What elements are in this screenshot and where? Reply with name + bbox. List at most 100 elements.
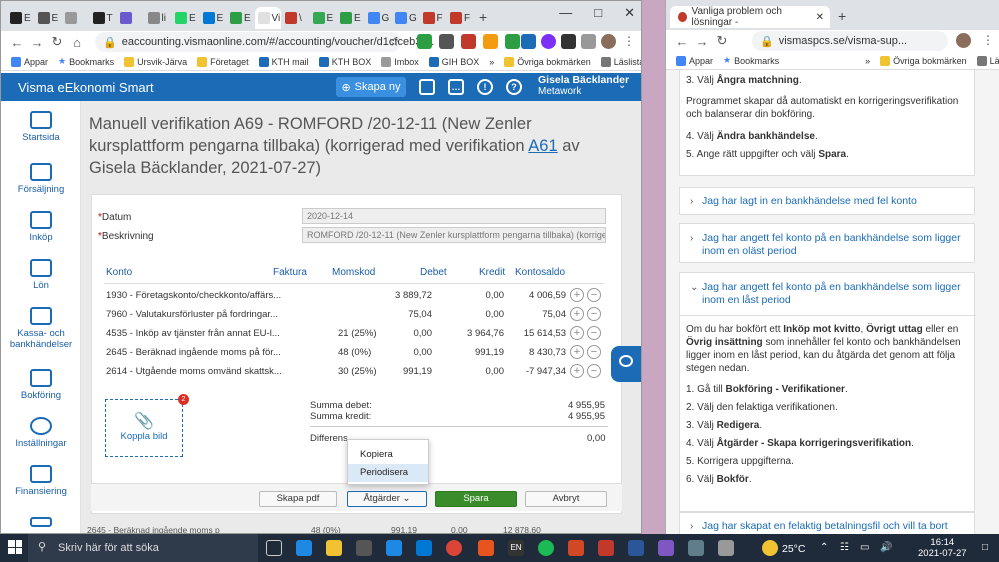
bookmark-item[interactable]: Appar [676,55,713,66]
browser-tab[interactable]: G [392,7,418,29]
sidebar-item-lon[interactable]: Lön [1,259,81,291]
faq-item[interactable]: › Jag har skapat en felaktig betalningsf… [679,512,975,534]
app-icon[interactable] [478,540,494,556]
maximize-icon[interactable]: □ [594,5,602,21]
sidebar-item-finansiering[interactable]: Finansiering [1,465,81,497]
close-icon[interactable]: ✕ [624,5,635,21]
remove-row-icon[interactable]: − [587,364,601,378]
new-tab-button[interactable]: + [838,8,846,24]
actions-dropdown-button[interactable]: Åtgärder ⌄ [347,491,427,507]
browser-tab[interactable]: E [337,7,363,29]
browser-tab[interactable]: E [310,7,336,29]
bookmarks-overflow[interactable]: » [865,56,870,66]
mail-icon[interactable] [386,540,402,556]
language-app-icon[interactable]: EN [508,540,524,556]
extension-icon[interactable] [439,34,454,49]
chat-icon[interactable]: … [448,79,464,95]
browser-tab[interactable]: E [200,7,226,29]
table-row[interactable]: 4535 - Inköp av tjänster från annat EU-l… [92,325,623,344]
url-bar[interactable]: 🔒 vismaspcs.se/visma-sup... [752,31,948,51]
volume-icon[interactable]: 🔊 [880,542,892,553]
word-icon[interactable] [628,540,644,556]
app-icon[interactable] [658,540,674,556]
extension-icon[interactable] [561,34,576,49]
chrome-icon[interactable] [446,540,462,556]
browser-tab[interactable]: F [447,7,473,29]
user-menu[interactable]: Gisela Bäcklander Metawork [538,75,629,98]
bookmark-item[interactable]: Appar [11,56,48,67]
browser-tab[interactable]: \ [282,7,308,29]
remove-row-icon[interactable]: − [587,288,601,302]
back-icon[interactable]: ← [7,35,27,50]
weather-icon[interactable] [762,540,778,556]
windows-start-icon[interactable] [8,540,22,554]
task-view-icon[interactable] [266,540,282,556]
chevron-down-icon[interactable]: ⌄ [690,282,698,293]
app-icon[interactable] [718,540,734,556]
add-row-icon[interactable]: + [570,288,584,302]
sidebar-item-startsida[interactable]: Startsida [1,111,81,143]
extension-icon[interactable] [461,34,476,49]
printer-icon[interactable] [419,79,435,95]
browser-tab[interactable]: E [7,7,33,29]
new-tab-button[interactable]: + [479,9,487,25]
extension-icon[interactable] [483,34,498,49]
bookmark-item[interactable]: KTH mail [258,56,309,67]
bookmark-item[interactable]: Imbox [381,56,419,67]
chevron-down-icon[interactable]: ⌄ [618,80,626,91]
browser-tab[interactable] [62,7,88,29]
sidebar-item-forsaljning[interactable]: Försäljning [1,163,81,195]
bookmarks-overflow[interactable]: » [489,57,494,67]
table-row[interactable]: 2645 - Beräknad ingående moms på för... 4… [92,344,623,363]
spotify-icon[interactable] [538,540,554,556]
reading-list[interactable]: Läslista [600,56,641,67]
bookmark-item[interactable]: GIH BOX [428,56,479,67]
avatar[interactable] [601,34,616,49]
reload-icon[interactable]: ↻ [712,33,732,49]
remove-row-icon[interactable]: − [587,307,601,321]
add-row-icon[interactable]: + [570,326,584,340]
bookmark-item[interactable]: ★ Bookmarks [58,56,114,67]
edge-icon[interactable] [296,540,312,556]
chat-widget-button[interactable] [611,346,641,382]
sidebar-item-inkop[interactable]: Inköp [1,211,81,243]
sidebar-item-installningar[interactable]: Inställningar [1,417,81,449]
home-icon[interactable]: ⌂ [67,35,87,50]
tab-support[interactable]: Vanliga problem och lösningar - ✕ [670,6,830,28]
remove-row-icon[interactable]: − [587,345,601,359]
browser-tab[interactable] [117,7,143,29]
add-row-icon[interactable]: + [570,345,584,359]
voucher-link[interactable]: A61 [528,137,557,155]
forward-icon[interactable]: → [27,35,47,50]
menu-icon[interactable]: ⋮ [623,34,635,48]
chevron-up-icon[interactable]: ⌃ [820,542,828,553]
forward-icon[interactable]: → [692,34,712,49]
date-field[interactable]: 2020-12-14 [302,208,606,224]
bookmark-item[interactable]: KTH BOX [318,56,371,67]
bookmark-star-icon[interactable]: ☆ [389,35,400,49]
faq-link[interactable]: Jag har lagt in en bankhändelse med fel … [702,195,968,208]
sidebar-item-more[interactable] [1,517,81,530]
description-field[interactable]: ROMFORD /20-12-11 (New Zenler kursplattf… [302,227,606,243]
reload-icon[interactable]: ↻ [47,34,67,50]
file-explorer-icon[interactable] [326,540,342,556]
faq-link[interactable]: Jag har skapat en felaktig betalningsfil… [702,520,968,534]
cancel-button[interactable]: Avbryt [525,491,607,507]
browser-tab[interactable]: li [145,7,171,29]
extension-icon[interactable] [417,34,432,49]
faq-link[interactable]: Jag har angett fel konto på en bankhände… [702,232,968,258]
notification-icon[interactable]: □ [982,542,988,553]
faq-item[interactable]: › Jag har angett fel konto på en bankhän… [679,223,975,263]
browser-tab[interactable]: E [35,7,61,29]
network-icon[interactable]: ☷ [840,542,849,553]
menu-item-copy[interactable]: Kopiera [348,446,428,464]
bookmark-item[interactable]: ★ Bookmarks [723,55,779,66]
app-icon[interactable] [688,540,704,556]
browser-tab[interactable]: E [172,7,198,29]
menu-icon[interactable]: ⋮ [982,33,994,47]
taskbar-search[interactable]: ⚲ Skriv här för att söka [28,534,258,562]
store-icon[interactable] [356,540,372,556]
minimize-icon[interactable]: — [559,5,572,21]
close-tab-icon[interactable]: ✕ [816,12,824,23]
other-bookmarks[interactable]: Övriga bokmärken [504,56,591,67]
